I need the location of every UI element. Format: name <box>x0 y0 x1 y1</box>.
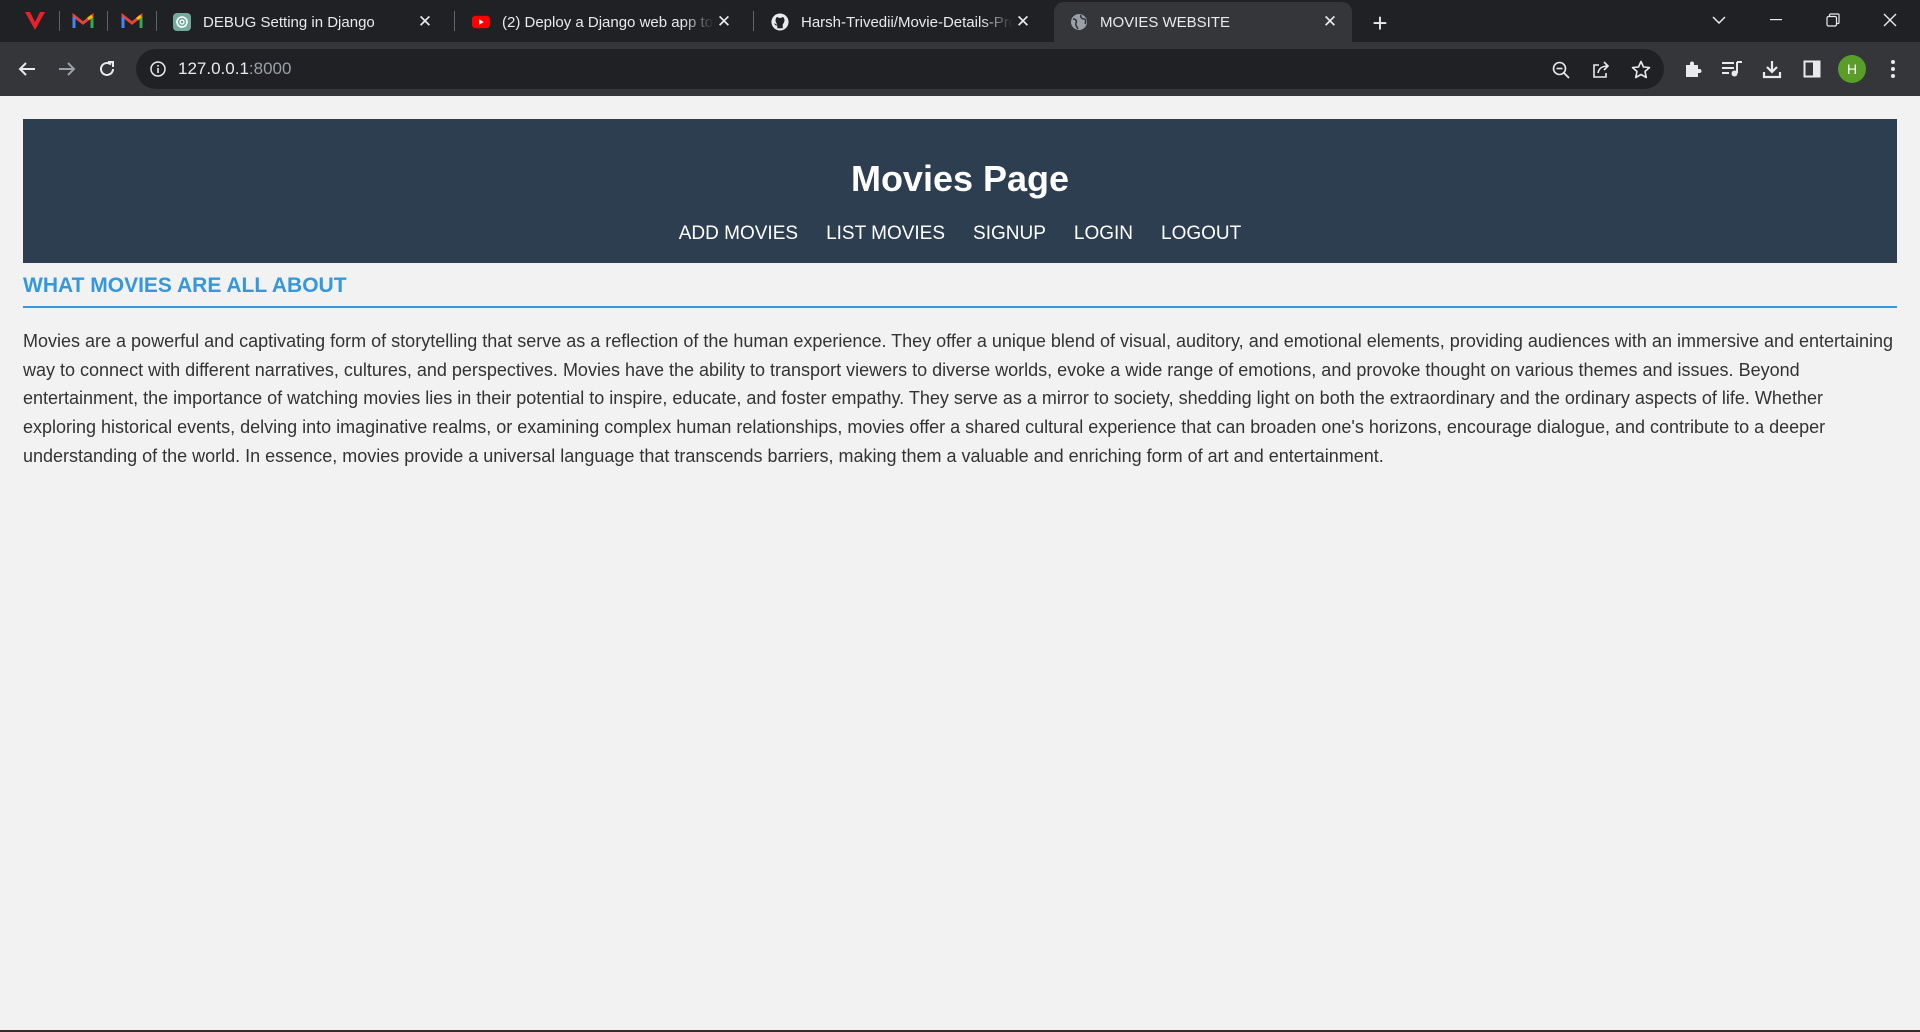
new-tab-button[interactable]: + <box>1365 8 1395 38</box>
url-host: 127.0.0.1 <box>178 59 249 78</box>
browser-toolbar: 127.0.0.1:8000 <box>0 42 1920 96</box>
menu-button[interactable] <box>1876 52 1910 86</box>
zoom-button[interactable] <box>1547 56 1575 84</box>
page-title: Movies Page <box>850 158 1070 199</box>
close-icon[interactable]: ✕ <box>1320 12 1340 32</box>
forward-button[interactable] <box>50 52 84 86</box>
minimize-button[interactable] <box>1748 0 1804 40</box>
tab-title: MOVIES WEBSITE <box>1100 13 1231 31</box>
media-button[interactable] <box>1715 52 1749 86</box>
arrow-left-icon <box>18 62 35 76</box>
reload-button[interactable] <box>90 52 124 86</box>
nav-link-login[interactable]: LOGIN <box>1074 223 1133 245</box>
address-bar[interactable]: 127.0.0.1:8000 <box>136 49 1664 89</box>
tab-title: (2) Deploy a Django web app to <box>502 13 713 31</box>
tab-separator <box>454 11 455 31</box>
browser-tab[interactable]: Harsh-Trivedii/Movie-Details-Pro ✕ <box>755 2 1045 42</box>
puzzle-icon <box>1686 61 1702 77</box>
close-icon <box>1883 13 1897 27</box>
profile-avatar[interactable]: H <box>1838 55 1866 83</box>
site-nav: ADD MOVIES LIST MOVIES SIGNUP LOGIN LOGO… <box>23 223 1897 245</box>
back-button[interactable] <box>10 52 44 86</box>
browser-tab[interactable]: (2) Deploy a Django web app to ✕ <box>456 2 746 42</box>
github-icon <box>771 13 789 31</box>
close-icon[interactable]: ✕ <box>1013 12 1033 32</box>
vivaldi-icon <box>25 12 45 30</box>
downloads-button[interactable] <box>1755 52 1789 86</box>
bookmark-button[interactable] <box>1627 56 1655 84</box>
arrow-right-icon <box>59 62 76 76</box>
side-panel-icon <box>1803 60 1821 78</box>
gmail-icon <box>72 13 94 28</box>
nav-link-list-movies[interactable]: LIST MOVIES <box>826 223 945 245</box>
pinned-tab-vivaldi[interactable] <box>16 7 54 35</box>
extensions-button[interactable] <box>1676 52 1710 86</box>
about-paragraph: Movies are a powerful and captivating fo… <box>23 331 1894 466</box>
section-heading: WHAT MOVIES ARE ALL ABOUT <box>23 274 1897 308</box>
reload-icon <box>100 61 114 76</box>
nav-link-logout[interactable]: LOGOUT <box>1161 223 1241 245</box>
tab-separator <box>753 11 754 31</box>
side-panel-button[interactable] <box>1795 52 1829 86</box>
pinned-tab-gmail[interactable] <box>113 7 151 35</box>
restore-icon <box>1826 13 1840 27</box>
pinned-tab-gmail[interactable] <box>64 7 102 35</box>
zoom-out-icon <box>1552 61 1570 79</box>
share-icon <box>1593 61 1610 78</box>
tab-separator <box>59 11 60 31</box>
chatgpt-icon <box>173 13 191 31</box>
tab-title: Harsh-Trivedii/Movie-Details-Pro <box>801 13 1013 31</box>
nav-link-add-movies[interactable]: ADD MOVIES <box>679 223 798 245</box>
browser-tab[interactable]: DEBUG Setting in Django ✕ <box>157 2 447 42</box>
globe-icon <box>1070 13 1088 31</box>
star-icon <box>1631 60 1651 79</box>
site-header: Movies Page ADD MOVIES LIST MOVIES SIGNU… <box>23 119 1897 263</box>
nav-link-signup[interactable]: SIGNUP <box>973 223 1046 245</box>
download-icon <box>1762 61 1782 79</box>
close-window-button[interactable] <box>1862 0 1918 40</box>
more-vert-icon <box>1891 60 1895 78</box>
close-icon[interactable]: ✕ <box>714 12 734 32</box>
tab-strip: DEBUG Setting in Django ✕ (2) Deploy a D… <box>0 0 1920 42</box>
page-content: Movies Page ADD MOVIES LIST MOVIES SIGNU… <box>0 96 1920 1032</box>
tab-title: DEBUG Setting in Django <box>203 13 375 31</box>
close-icon[interactable]: ✕ <box>415 12 435 32</box>
info-icon[interactable] <box>149 60 167 78</box>
url-port: :8000 <box>248 59 292 78</box>
browser-tab-active[interactable]: MOVIES WEBSITE ✕ <box>1054 2 1352 42</box>
url-text: 127.0.0.1:8000 <box>178 59 291 79</box>
share-button[interactable] <box>1587 56 1615 84</box>
minimize-icon <box>1770 19 1782 21</box>
chevron-down-icon <box>1712 16 1726 24</box>
youtube-icon <box>472 13 490 31</box>
tab-search-button[interactable] <box>1691 0 1747 40</box>
playlist-icon <box>1722 61 1742 77</box>
tab-separator <box>107 11 108 31</box>
restore-button[interactable] <box>1805 0 1861 40</box>
gmail-icon <box>121 13 143 28</box>
